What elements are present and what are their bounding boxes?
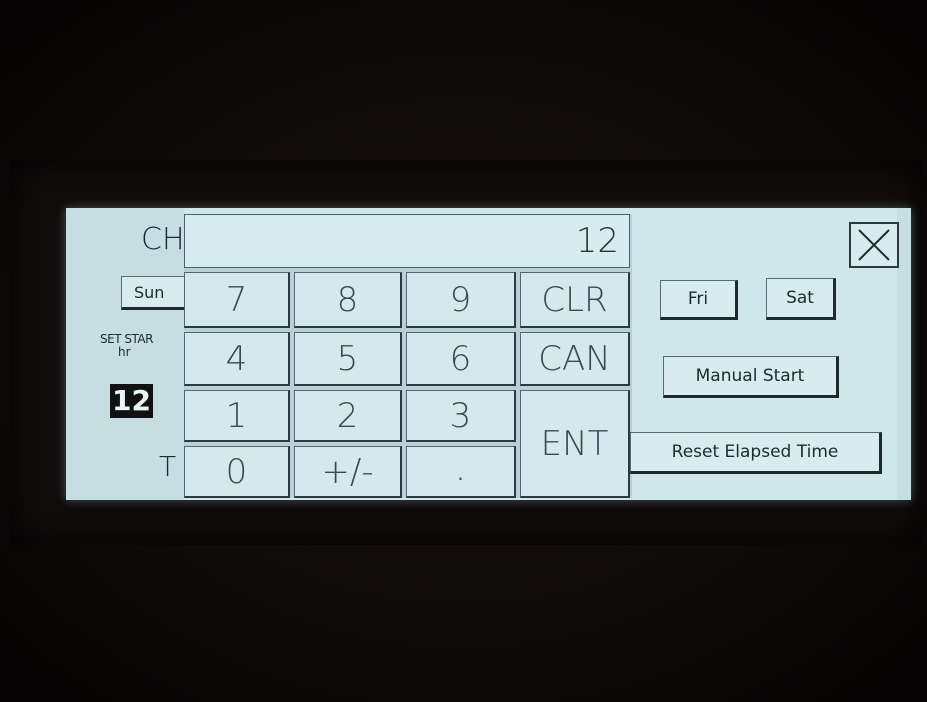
close-button[interactable] xyxy=(849,222,899,268)
key-1[interactable]: 1 xyxy=(184,390,290,442)
right-edge xyxy=(897,208,911,500)
key-9[interactable]: 9 xyxy=(406,272,516,328)
key-7[interactable]: 7 xyxy=(184,272,290,328)
start-hour-value[interactable]: 12 xyxy=(110,384,153,418)
key-8[interactable]: 8 xyxy=(294,272,402,328)
friday-button[interactable]: Fri xyxy=(660,280,738,320)
bottom-label-fragment: T xyxy=(159,450,177,483)
manual-start-button[interactable]: Manual Start xyxy=(663,356,839,398)
key-3[interactable]: 3 xyxy=(406,390,516,442)
clear-key[interactable]: CLR xyxy=(520,272,630,328)
sunday-button[interactable]: Sun xyxy=(121,276,187,310)
key-4[interactable]: 4 xyxy=(184,332,290,386)
touch-screen: CH Sun SET STAR hr 12 T 12 7 8 9 CLR 4 5… xyxy=(66,208,911,500)
hour-unit-label: hr xyxy=(118,345,131,359)
decimal-key[interactable]: . xyxy=(406,444,516,498)
close-x-icon xyxy=(858,229,890,261)
screen-title-fragment: CH xyxy=(141,222,185,257)
enter-key[interactable]: ENT xyxy=(520,390,630,498)
keypad-display: 12 xyxy=(184,214,630,268)
key-2[interactable]: 2 xyxy=(294,390,402,442)
reset-elapsed-time-button[interactable]: Reset Elapsed Time xyxy=(630,432,882,474)
saturday-button[interactable]: Sat xyxy=(766,278,836,320)
key-6[interactable]: 6 xyxy=(406,332,516,386)
numeric-keypad: 12 7 8 9 CLR 4 5 6 CAN 1 2 3 ENT 0 +/- . xyxy=(184,214,632,498)
set-start-label: SET STAR xyxy=(100,332,153,346)
key-5[interactable]: 5 xyxy=(294,332,402,386)
cancel-key[interactable]: CAN xyxy=(520,332,630,386)
key-0[interactable]: 0 xyxy=(184,446,290,498)
sign-toggle-key[interactable]: +/- xyxy=(294,446,402,498)
